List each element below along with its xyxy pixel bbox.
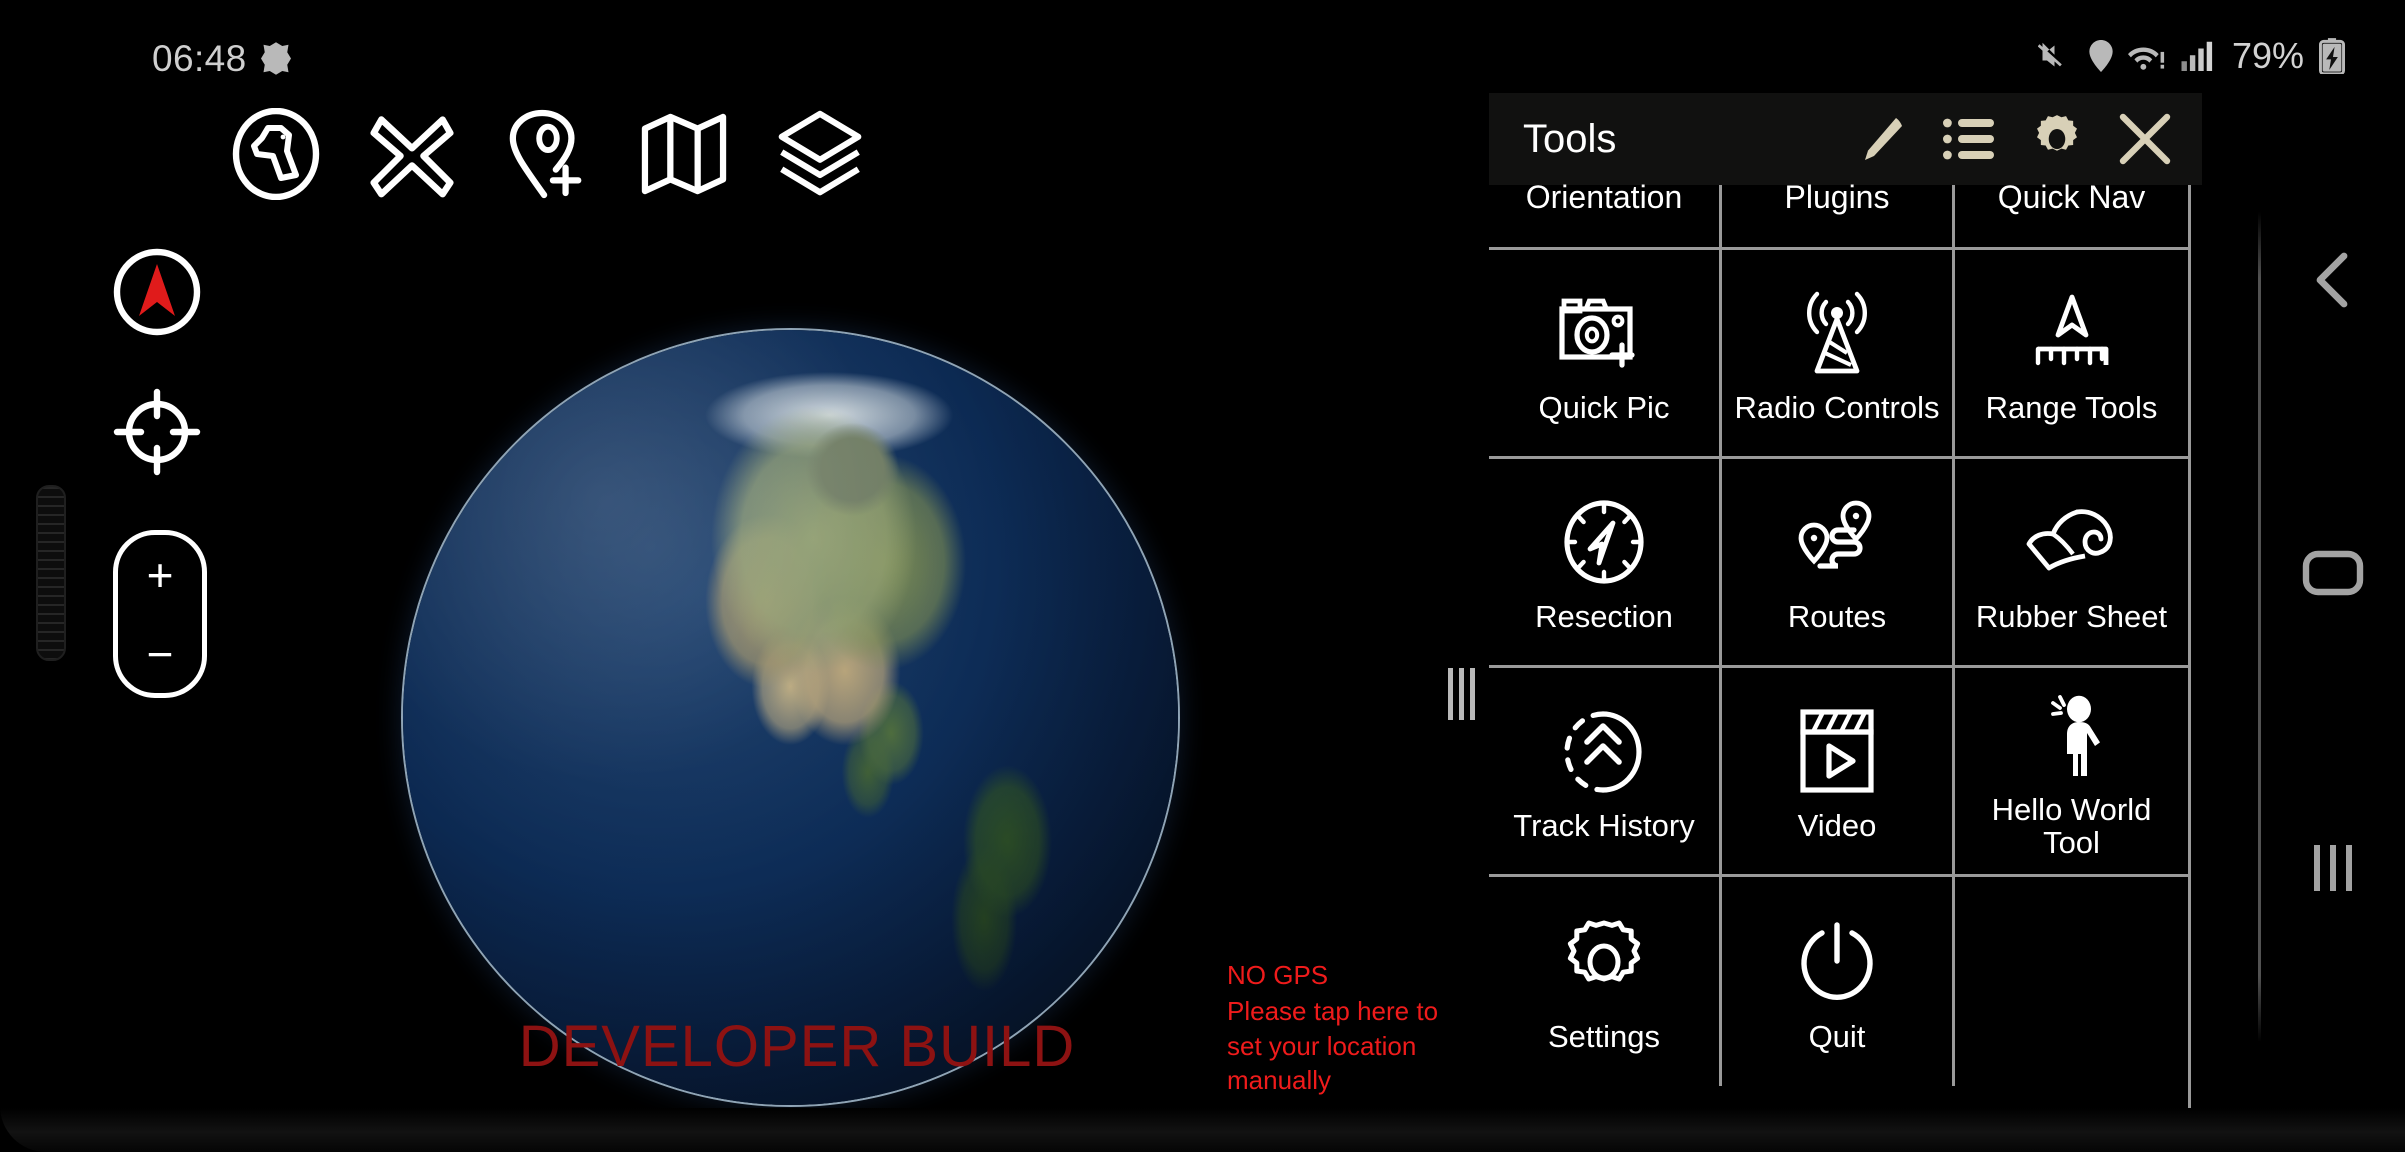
map-toolbar [110, 108, 866, 200]
tools-panel: Tools Orientation Plugins Quick Nav Quic… [1448, 93, 2202, 1114]
map-icon[interactable] [638, 108, 730, 200]
tool-tile-quick-pic[interactable]: Quick Pic [1489, 250, 1722, 459]
radio-tower-icon [1795, 281, 1879, 385]
self-marker-button[interactable] [113, 388, 201, 481]
tools-grid: Quick Pic Radio Controls Range Tools Res… [1489, 247, 2188, 1086]
compass-button[interactable] [113, 248, 201, 341]
zoom-in-button[interactable]: + [147, 552, 174, 598]
globe-shading [403, 330, 1178, 1105]
tool-label: Track History [1513, 808, 1695, 844]
gear-icon [1561, 910, 1647, 1014]
close-x-icon[interactable] [366, 108, 458, 200]
tools-grid-wrapper: Orientation Plugins Quick Nav Quick Pic … [1489, 179, 2191, 1114]
developer-build-watermark: DEVELOPER BUILD [518, 1014, 1076, 1079]
recents-icon[interactable] [2309, 845, 2357, 891]
power-icon [1797, 910, 1877, 1014]
panel-header-actions [1852, 110, 2174, 168]
tools-panel-header: Tools [1489, 93, 2202, 185]
tool-item-quick-nav[interactable]: Quick Nav [1955, 179, 2188, 247]
back-chevron-icon[interactable] [2308, 250, 2358, 310]
atak-logo-icon[interactable] [230, 108, 322, 200]
handle-bar-3 [1470, 668, 1475, 720]
phone-screen: DEVELOPER BUILD 06:48 79% + − NO GPS Ple… [0, 0, 2405, 1152]
tool-item-plugins[interactable]: Plugins [1722, 179, 1955, 247]
tool-tile-resection[interactable]: Resection [1489, 459, 1722, 668]
wifi-warning-icon [2127, 47, 2165, 70]
zoom-out-button[interactable]: − [147, 631, 174, 677]
tool-tile-empty [1955, 877, 2188, 1086]
gear-icon[interactable] [2028, 110, 2086, 168]
panel-drag-handle[interactable] [1448, 668, 1475, 720]
tool-tile-rubber-sheet[interactable]: Rubber Sheet [1955, 459, 2188, 668]
self-marker-icon [113, 388, 201, 476]
status-bar-left: 06:48 [152, 40, 291, 77]
tool-label: Resection [1535, 599, 1673, 635]
no-gps-line-2: set your location [1227, 1030, 1417, 1061]
tool-label: Hello World Tool [1991, 791, 2152, 860]
tool-tile-range-tools[interactable]: Range Tools [1955, 250, 2188, 459]
tool-tile-settings[interactable]: Settings [1489, 877, 1722, 1086]
tool-tile-radio-controls[interactable]: Radio Controls [1722, 250, 1955, 459]
mute-icon [2037, 42, 2062, 67]
ruler-arrow-icon [2030, 281, 2114, 385]
home-icon[interactable] [2302, 550, 2364, 596]
tool-label: Rubber Sheet [1975, 599, 2168, 635]
tool-tile-routes[interactable]: Routes [1722, 459, 1955, 668]
route-pins-icon [1794, 490, 1880, 594]
clapperboard-play-icon [1799, 699, 1875, 803]
no-gps-heading: NO GPS [1227, 960, 1329, 990]
tool-label: Quick Nav [1997, 179, 2146, 215]
edit-pencil-icon[interactable] [1852, 110, 1910, 168]
tool-label: Orientation [1525, 179, 1683, 215]
close-icon[interactable] [2116, 110, 2174, 168]
compass-dial-icon [1561, 490, 1647, 594]
panel-title: Tools [1523, 117, 1617, 161]
tool-label: Routes [1787, 599, 1887, 635]
rolled-sheet-icon [2025, 490, 2119, 594]
tool-label: Video [1797, 808, 1877, 844]
signal-bars-icon [2181, 41, 2213, 71]
no-gps-warning[interactable]: NO GPS Please tap here to set your locat… [1227, 958, 1487, 1097]
tool-tile-track-history[interactable]: Track History [1489, 668, 1722, 877]
no-gps-line-3: manually [1227, 1064, 1332, 1095]
badge-icon [260, 42, 291, 75]
bottom-gradient [0, 1108, 2405, 1152]
tool-tile-video[interactable]: Video [1722, 668, 1955, 877]
tool-tile-hello-world[interactable]: Hello World Tool [1955, 668, 2188, 877]
recents-bar-1 [2313, 845, 2320, 891]
tool-label: Settings [1547, 1018, 1660, 1054]
tool-item-orientation[interactable]: Orientation [1489, 179, 1722, 247]
add-point-icon[interactable] [502, 108, 594, 200]
map-scale-slider[interactable] [36, 485, 66, 661]
globe-earth[interactable] [403, 330, 1178, 1105]
android-nav-bar [2260, 0, 2405, 1152]
layers-icon[interactable] [774, 108, 866, 200]
tool-label: Range Tools [1985, 390, 2158, 426]
tool-tile-quit[interactable]: Quit [1722, 877, 1955, 1086]
status-clock: 06:48 [152, 38, 247, 79]
tool-label: Quit [1808, 1018, 1866, 1054]
menu-icon[interactable] [110, 108, 186, 200]
recents-bar-2 [2329, 845, 2336, 891]
waving-person-icon [2037, 683, 2107, 787]
handle-bar-1 [1448, 668, 1453, 720]
tool-label: Plugins [1784, 179, 1890, 215]
camera-add-icon [1558, 281, 1650, 385]
zoom-control[interactable]: + − [113, 530, 207, 698]
recents-bar-3 [2345, 845, 2352, 891]
tool-label: Quick Pic [1538, 390, 1670, 426]
location-pin-icon [2089, 40, 2113, 72]
tool-label: Radio Controls [1734, 390, 1940, 426]
track-history-icon [1561, 699, 1647, 803]
no-gps-line-1: Please tap here to [1227, 996, 1439, 1027]
compass-north-icon [113, 248, 201, 336]
tools-partial-row: Orientation Plugins Quick Nav [1489, 179, 2188, 247]
status-bar: 06:48 79% [0, 0, 2405, 92]
list-icon[interactable] [1940, 110, 1998, 168]
handle-bar-2 [1459, 668, 1464, 720]
